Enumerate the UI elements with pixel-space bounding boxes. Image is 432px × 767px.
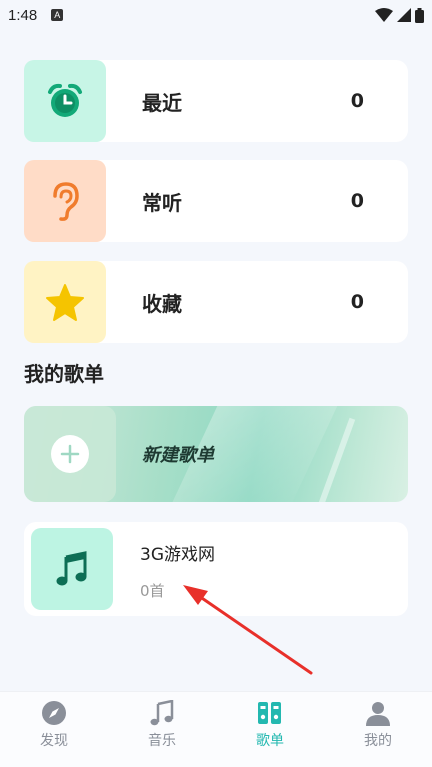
playlist-item[interactable]: 3G游戏网 0首: [24, 522, 408, 616]
plus-circle: [51, 435, 89, 473]
user-icon: [366, 702, 390, 726]
alarm-clock-icon: [48, 83, 82, 117]
tab-music[interactable]: 音乐: [108, 692, 216, 767]
tab-music-label: 音乐: [148, 733, 176, 749]
frequent-card[interactable]: 常听 0: [24, 160, 408, 242]
favorites-count: 0: [350, 291, 364, 313]
my-playlists-title: 我的歌单: [24, 362, 104, 386]
status-time: 1:48: [8, 6, 38, 24]
favorites-tile: [24, 261, 106, 343]
wifi-icon: [375, 8, 393, 22]
signal-icon: [397, 8, 411, 22]
status-bar: 1:48 A: [0, 0, 432, 30]
frequent-label: 常听: [142, 190, 182, 215]
tab-playlists[interactable]: 歌单: [216, 692, 324, 767]
notification-a-icon: A: [51, 9, 64, 21]
plus-icon: [60, 444, 80, 464]
ear-icon: [53, 182, 79, 221]
compass-icon: [42, 701, 66, 725]
favorites-card[interactable]: 收藏 0: [24, 261, 408, 343]
playlist-cover: [31, 528, 113, 610]
recent-count: 0: [350, 90, 364, 112]
new-playlist-label: 新建歌单: [142, 445, 214, 466]
favorites-label: 收藏: [142, 291, 182, 316]
new-playlist-tile: [24, 406, 116, 502]
playlist-song-count: 0首: [140, 582, 165, 600]
music-note-icon: [56, 551, 87, 586]
playlist-icon: [258, 702, 281, 724]
recent-tile: [24, 60, 106, 142]
recent-card[interactable]: 最近 0: [24, 60, 408, 142]
tab-mine-label: 我的: [364, 733, 392, 749]
frequent-tile: [24, 160, 106, 242]
star-icon: [46, 284, 84, 321]
playlist-name: 3G游戏网: [140, 545, 215, 565]
tab-mine[interactable]: 我的: [324, 692, 432, 767]
recent-label: 最近: [142, 90, 182, 115]
new-playlist-button[interactable]: 新建歌单: [24, 406, 408, 502]
tab-discover-label: 发现: [40, 733, 68, 749]
frequent-count: 0: [350, 190, 364, 212]
status-icons: [375, 7, 424, 23]
bottom-tab-bar: 发现 音乐 歌单 我的: [0, 691, 432, 767]
tab-discover[interactable]: 发现: [0, 692, 108, 767]
battery-icon: [415, 7, 424, 23]
music-note-icon: [150, 700, 174, 726]
tab-playlists-label: 歌单: [256, 733, 284, 749]
